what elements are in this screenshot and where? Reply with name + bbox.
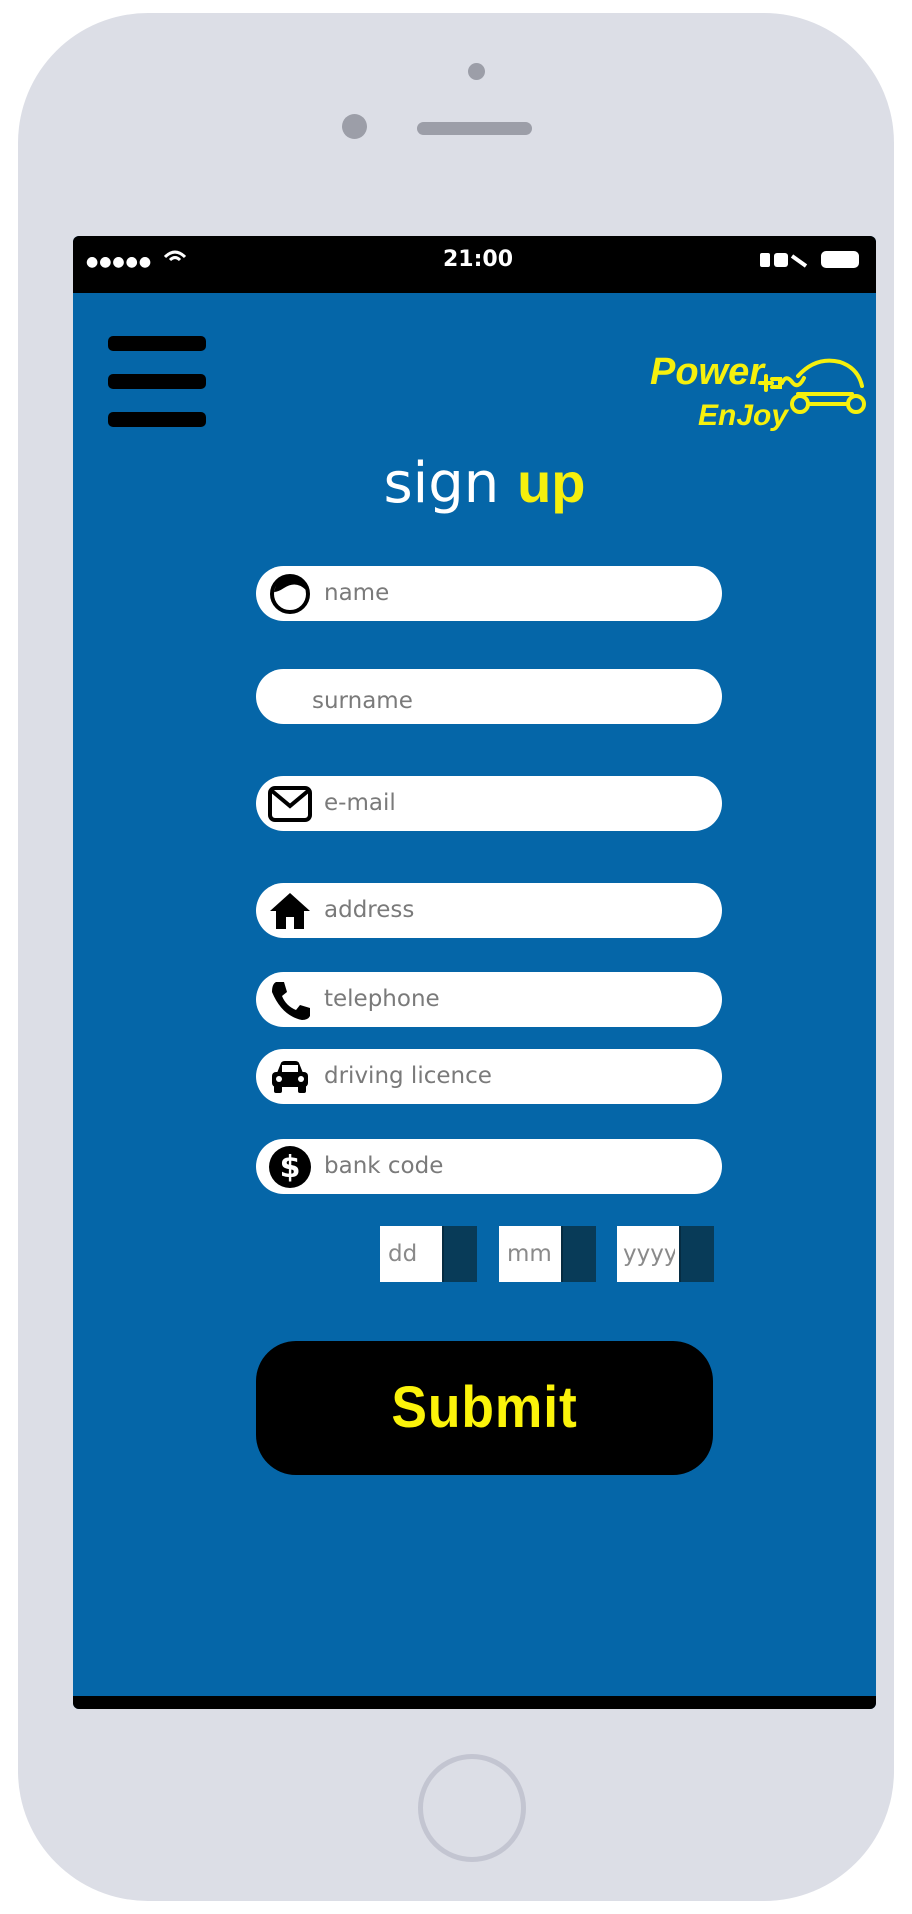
surname-field[interactable]: [256, 669, 722, 724]
title-sign: sign: [383, 451, 518, 516]
month-input[interactable]: [499, 1226, 557, 1282]
month-selector: [499, 1226, 596, 1282]
car-icon: [268, 1055, 312, 1099]
driving-licence-field[interactable]: [256, 1049, 722, 1104]
person-icon: [268, 572, 312, 616]
home-button[interactable]: [418, 1754, 526, 1862]
submit-label: Submit: [391, 1375, 578, 1440]
email-input[interactable]: [324, 785, 704, 821]
month-spinner-button[interactable]: [561, 1226, 596, 1282]
title-up: up: [517, 451, 586, 514]
address-field[interactable]: [256, 883, 722, 938]
telephone-input[interactable]: [324, 981, 704, 1017]
screen-bottom-bar: [73, 1696, 876, 1709]
phone-icon: [268, 978, 312, 1022]
phone-screen: ●●●●● 21:00 Power EnJoy sign up name sur…: [73, 236, 876, 1709]
address-input[interactable]: [324, 892, 704, 928]
hamburger-menu-icon: [108, 336, 206, 351]
power-enjoy-logo: Power EnJoy: [648, 346, 868, 432]
battery-icon: [821, 251, 859, 268]
bank-code-input[interactable]: [324, 1148, 704, 1184]
earpiece-speaker: [417, 122, 532, 135]
logo-enjoy-text: EnJoy: [698, 399, 789, 431]
hamburger-line: [108, 374, 206, 389]
proximity-sensor: [342, 114, 367, 139]
alarm-lock-icons: [758, 250, 814, 275]
year-spinner-button[interactable]: [679, 1226, 714, 1282]
bank-code-field[interactable]: $: [256, 1139, 722, 1194]
status-time: 21:00: [443, 247, 514, 272]
menu-button[interactable]: [108, 336, 206, 428]
hamburger-line: [108, 412, 206, 427]
driving-licence-input[interactable]: [324, 1058, 704, 1094]
year-selector: [617, 1226, 714, 1282]
home-icon: [268, 889, 312, 933]
email-field[interactable]: [256, 776, 722, 831]
phone-frame: ●●●●● 21:00 Power EnJoy sign up name sur…: [18, 13, 894, 1901]
status-bar: ●●●●● 21:00: [73, 236, 876, 293]
dollar-icon: $: [268, 1145, 312, 1189]
svg-text:$: $: [280, 1150, 301, 1185]
year-input[interactable]: [617, 1226, 675, 1282]
page-title: sign up: [73, 449, 876, 518]
name-input[interactable]: [324, 575, 704, 611]
submit-button[interactable]: Submit: [256, 1341, 713, 1475]
day-input[interactable]: [380, 1226, 438, 1282]
envelope-icon: [268, 782, 312, 826]
front-camera: [468, 63, 485, 80]
day-selector: [380, 1226, 477, 1282]
logo-power-text: Power: [650, 351, 766, 393]
signal-strength-icon: ●●●●●: [86, 254, 153, 270]
name-field[interactable]: [256, 566, 722, 621]
telephone-field[interactable]: [256, 972, 722, 1027]
day-spinner-button[interactable]: [442, 1226, 477, 1282]
wifi-icon: [163, 246, 187, 271]
surname-input[interactable]: [312, 683, 692, 719]
